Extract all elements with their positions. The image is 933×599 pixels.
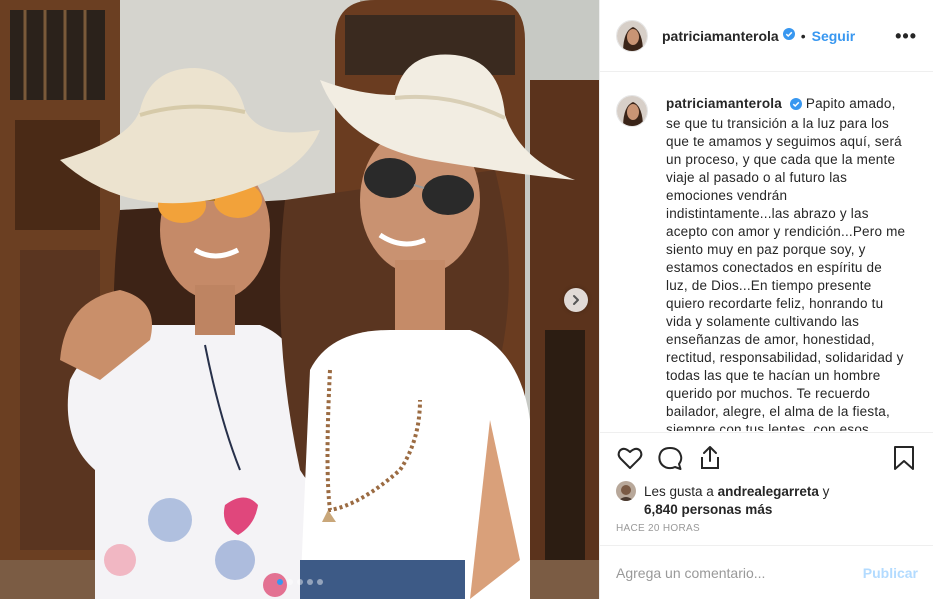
more-options-button[interactable]: ••• — [895, 27, 917, 45]
follow-button[interactable]: Seguir — [812, 28, 856, 44]
verified-badge-icon — [789, 97, 802, 115]
likes-prefix: Les gusta a — [644, 484, 714, 499]
action-icons-row — [600, 433, 933, 483]
comment-input[interactable] — [616, 564, 863, 581]
post-header: patriciamanterola • Seguir ••• — [600, 0, 933, 72]
carousel-indicator — [0, 579, 599, 585]
photo-illustration — [0, 0, 599, 599]
author-username[interactable]: patriciamanterola — [662, 28, 779, 44]
chevron-right-icon — [573, 295, 579, 305]
carousel-dot — [286, 579, 293, 585]
author-avatar[interactable] — [616, 19, 648, 52]
comment-button[interactable] — [656, 444, 684, 472]
caption-avatar[interactable] — [616, 95, 648, 127]
header-separator: • — [800, 27, 806, 44]
add-comment-form: Publicar — [600, 545, 933, 599]
post-actions: Les gusta a andrealegarreta y 6,840 pers… — [600, 432, 933, 542]
avatar-image — [617, 20, 647, 51]
avatar-image — [616, 481, 636, 501]
like-button[interactable] — [616, 444, 644, 472]
carousel-dot — [276, 579, 283, 585]
liker-avatar[interactable] — [616, 481, 636, 501]
save-button[interactable] — [890, 444, 918, 472]
likes-others-link[interactable]: 6,840 personas más — [644, 502, 772, 517]
comments-scroll-area[interactable]: patriciamanterola Papito amado, se que t… — [600, 73, 933, 431]
comment-bubble-icon — [658, 447, 683, 470]
avatar-image — [617, 96, 647, 126]
caption-username[interactable]: patriciamanterola — [666, 96, 782, 111]
post-photo[interactable] — [0, 0, 599, 599]
carousel-dot — [296, 579, 303, 585]
bookmark-icon — [894, 446, 914, 470]
carousel-dot — [316, 579, 323, 585]
post-timestamp[interactable]: HACE 20 HORAS — [616, 523, 700, 534]
heart-icon — [617, 447, 643, 469]
likes-summary: Les gusta a andrealegarreta y 6,840 pers… — [600, 481, 933, 519]
liker-username[interactable]: andrealegarreta — [718, 484, 819, 499]
likes-text: Les gusta a andrealegarreta y 6,840 pers… — [644, 483, 829, 519]
post-side-panel: patriciamanterola • Seguir ••• patriciam… — [599, 0, 933, 599]
carousel-dot — [306, 579, 313, 585]
verified-badge-icon — [782, 27, 795, 45]
caption: patriciamanterola Papito amado, se que t… — [616, 95, 918, 431]
share-icon — [701, 446, 719, 469]
publish-button[interactable]: Publicar — [863, 565, 918, 581]
next-slide-button[interactable] — [564, 288, 588, 312]
share-button[interactable] — [696, 444, 724, 472]
caption-text-block: patriciamanterola Papito amado, se que t… — [666, 95, 906, 431]
caption-body: Papito amado, se que tu transición a la … — [666, 96, 906, 431]
likes-conjunction: y — [822, 484, 830, 499]
